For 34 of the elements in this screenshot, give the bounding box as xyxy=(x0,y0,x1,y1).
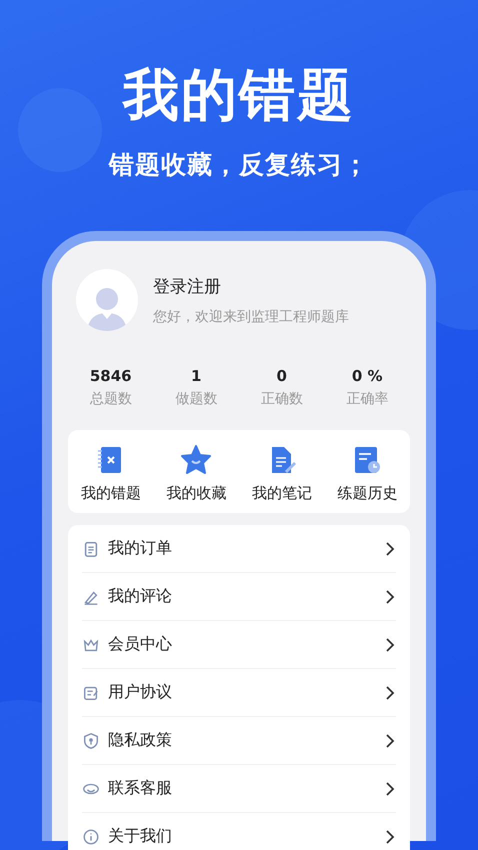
menu-item[interactable]: 关于我们 xyxy=(108,826,376,847)
menu-item[interactable]: 我的评论 xyxy=(108,586,376,607)
shortcut-button[interactable]: 我的笔记 xyxy=(239,444,324,503)
shortcut-button[interactable]: 练题历史 xyxy=(324,444,410,503)
chevron-right-icon xyxy=(384,782,396,796)
chevron-right-icon xyxy=(384,830,396,844)
shortcut-button[interactable]: 我的收藏 xyxy=(154,444,239,503)
stat-label: 总题数 xyxy=(90,390,132,408)
login-link[interactable]: 登录注册 xyxy=(153,274,349,298)
chevron-right-icon xyxy=(384,686,396,700)
stat-value: 0 xyxy=(276,367,287,385)
star-icon xyxy=(180,444,212,476)
stat-value: 1 xyxy=(191,367,202,385)
chevron-right-icon xyxy=(384,590,396,604)
menu-item[interactable]: 会员中心 xyxy=(108,634,376,655)
menu-item-icon xyxy=(82,732,100,750)
chevron-right-icon xyxy=(384,542,396,556)
headline: 我的错题 xyxy=(123,64,355,128)
stat-value: 5846 xyxy=(90,367,132,385)
menu-item-icon xyxy=(82,540,100,558)
greeting-text: 您好，欢迎来到监理工程师题库 xyxy=(153,308,349,326)
menu-item[interactable]: 隐私政策 xyxy=(108,730,376,751)
menu-item[interactable]: 联系客服 xyxy=(108,778,376,799)
stat-label: 做题数 xyxy=(175,390,218,408)
menu-item[interactable]: 我的订单 xyxy=(108,538,376,559)
chevron-right-icon xyxy=(384,638,396,652)
shortcut-button[interactable]: 我的错题 xyxy=(68,444,154,503)
chevron-right-icon xyxy=(384,734,396,748)
stat-label: 正确数 xyxy=(260,390,303,408)
stat-value: 0 % xyxy=(352,367,383,385)
stat-label: 正确率 xyxy=(346,390,388,408)
menu-item[interactable]: 用户协议 xyxy=(108,682,376,703)
menu-item-icon xyxy=(82,828,100,846)
tagline: 错题收藏，反复练习； xyxy=(109,149,369,181)
